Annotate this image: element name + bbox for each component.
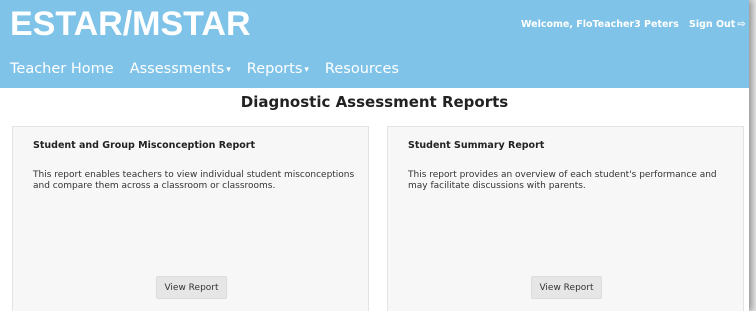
report-panel-misconception: Student and Group Misconception Report T… [12, 126, 369, 311]
view-report-button[interactable]: View Report [531, 276, 602, 299]
nav-reports-label: Reports [246, 61, 303, 77]
main-nav: Teacher Home Assessments ▾ Reports ▾ Resou… [0, 57, 405, 81]
panel-title: Student Summary Report [408, 140, 545, 151]
header-bar: ESTAR/MSTAR Welcome, FloTeacher3 Peters … [0, 0, 749, 88]
nav-teacher-home[interactable]: Teacher Home [10, 61, 114, 77]
report-panel-summary: Student Summary Report This report provi… [387, 126, 744, 311]
nav-reports[interactable]: Reports ▾ [247, 61, 309, 77]
nav-resources-label: Resources [324, 61, 399, 77]
nav-resources[interactable]: Resources [325, 61, 399, 77]
sign-out-icon: ⇨ [737, 19, 746, 30]
chevron-down-icon: ▾ [226, 65, 231, 75]
nav-assessments-label: Assessments [129, 61, 225, 77]
sign-out-link[interactable]: Sign Out ⇨ [689, 19, 746, 30]
view-report-button[interactable]: View Report [156, 276, 227, 299]
panel-description: This report enables teachers to view ind… [33, 170, 355, 191]
sign-out-label: Sign Out [689, 19, 736, 30]
nav-assessments[interactable]: Assessments ▾ [130, 61, 231, 77]
welcome-text: Welcome, FloTeacher3 Peters [521, 19, 679, 30]
chevron-down-icon: ▾ [304, 65, 309, 75]
nav-teacher-home-label: Teacher Home [10, 61, 114, 77]
page-title: Diagnostic Assessment Reports [240, 93, 509, 111]
app-brand[interactable]: ESTAR/MSTAR [10, 4, 251, 44]
panel-description: This report provides an overview of each… [408, 170, 717, 191]
app-window: ESTAR/MSTAR Welcome, FloTeacher3 Peters … [0, 0, 749, 311]
panel-title: Student and Group Misconception Report [33, 140, 256, 151]
